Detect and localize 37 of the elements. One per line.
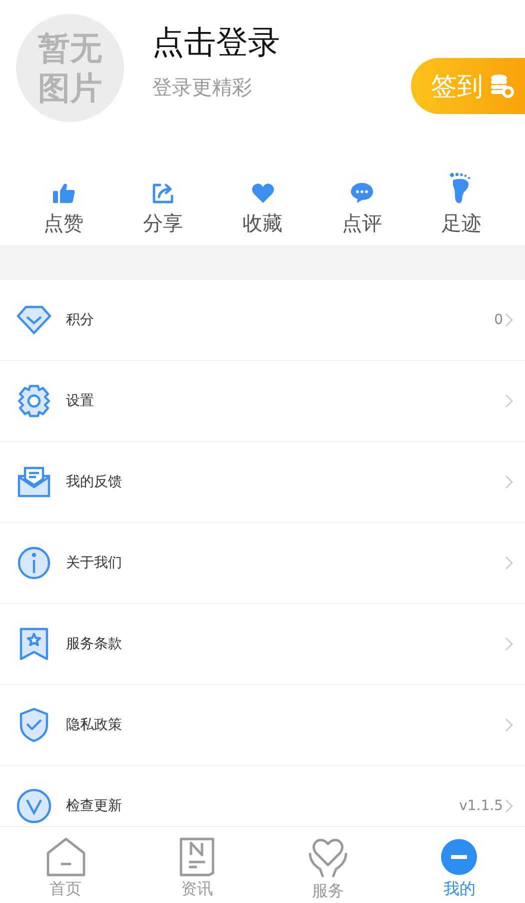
shield-check-icon	[19, 707, 49, 743]
coins-icon	[489, 73, 515, 99]
menu-item[interactable]: 设置	[0, 361, 525, 442]
envelope-icon	[17, 466, 51, 498]
diamond-icon	[16, 304, 52, 336]
menu-item[interactable]: 积分 0	[0, 280, 525, 361]
menu-value: 0	[494, 312, 503, 328]
avatar-placeholder-text: 暂无图片	[38, 28, 102, 108]
speech-bubble-icon	[350, 182, 374, 204]
bookmark-star-icon	[19, 627, 49, 661]
home-icon	[46, 837, 86, 877]
chevron-icon	[505, 313, 513, 327]
chevron-icon	[505, 556, 513, 570]
menu-item[interactable]: 我的反馈	[0, 442, 525, 523]
chevron-icon	[505, 718, 513, 732]
menu-value: v1.1.5	[459, 798, 503, 814]
document-icon	[178, 837, 215, 877]
action-button[interactable]: 收藏	[212, 140, 312, 245]
share-icon	[151, 182, 176, 204]
login-title[interactable]: 点击登录	[152, 20, 280, 64]
action-button[interactable]: 点赞	[14, 140, 114, 245]
chevron-icon	[505, 475, 513, 489]
login-subtitle: 登录更精彩	[152, 74, 253, 101]
info-icon	[17, 546, 51, 580]
menu-item[interactable]: 服务条款	[0, 604, 525, 685]
action-button[interactable]: 点评	[312, 140, 412, 245]
chevron-icon	[505, 799, 513, 813]
menu-item[interactable]: 关于我们	[0, 523, 525, 604]
chevron-icon	[505, 394, 513, 408]
chevron-icon	[505, 637, 513, 651]
gear-icon	[16, 384, 52, 418]
menu-item[interactable]: 隐私政策	[0, 685, 525, 766]
action-button[interactable]: 分享	[113, 140, 213, 245]
heart-hand-icon	[308, 837, 348, 879]
heart-icon	[250, 182, 275, 204]
action-button[interactable]: 足迹	[412, 140, 512, 245]
thumbs-up-icon	[52, 182, 76, 204]
